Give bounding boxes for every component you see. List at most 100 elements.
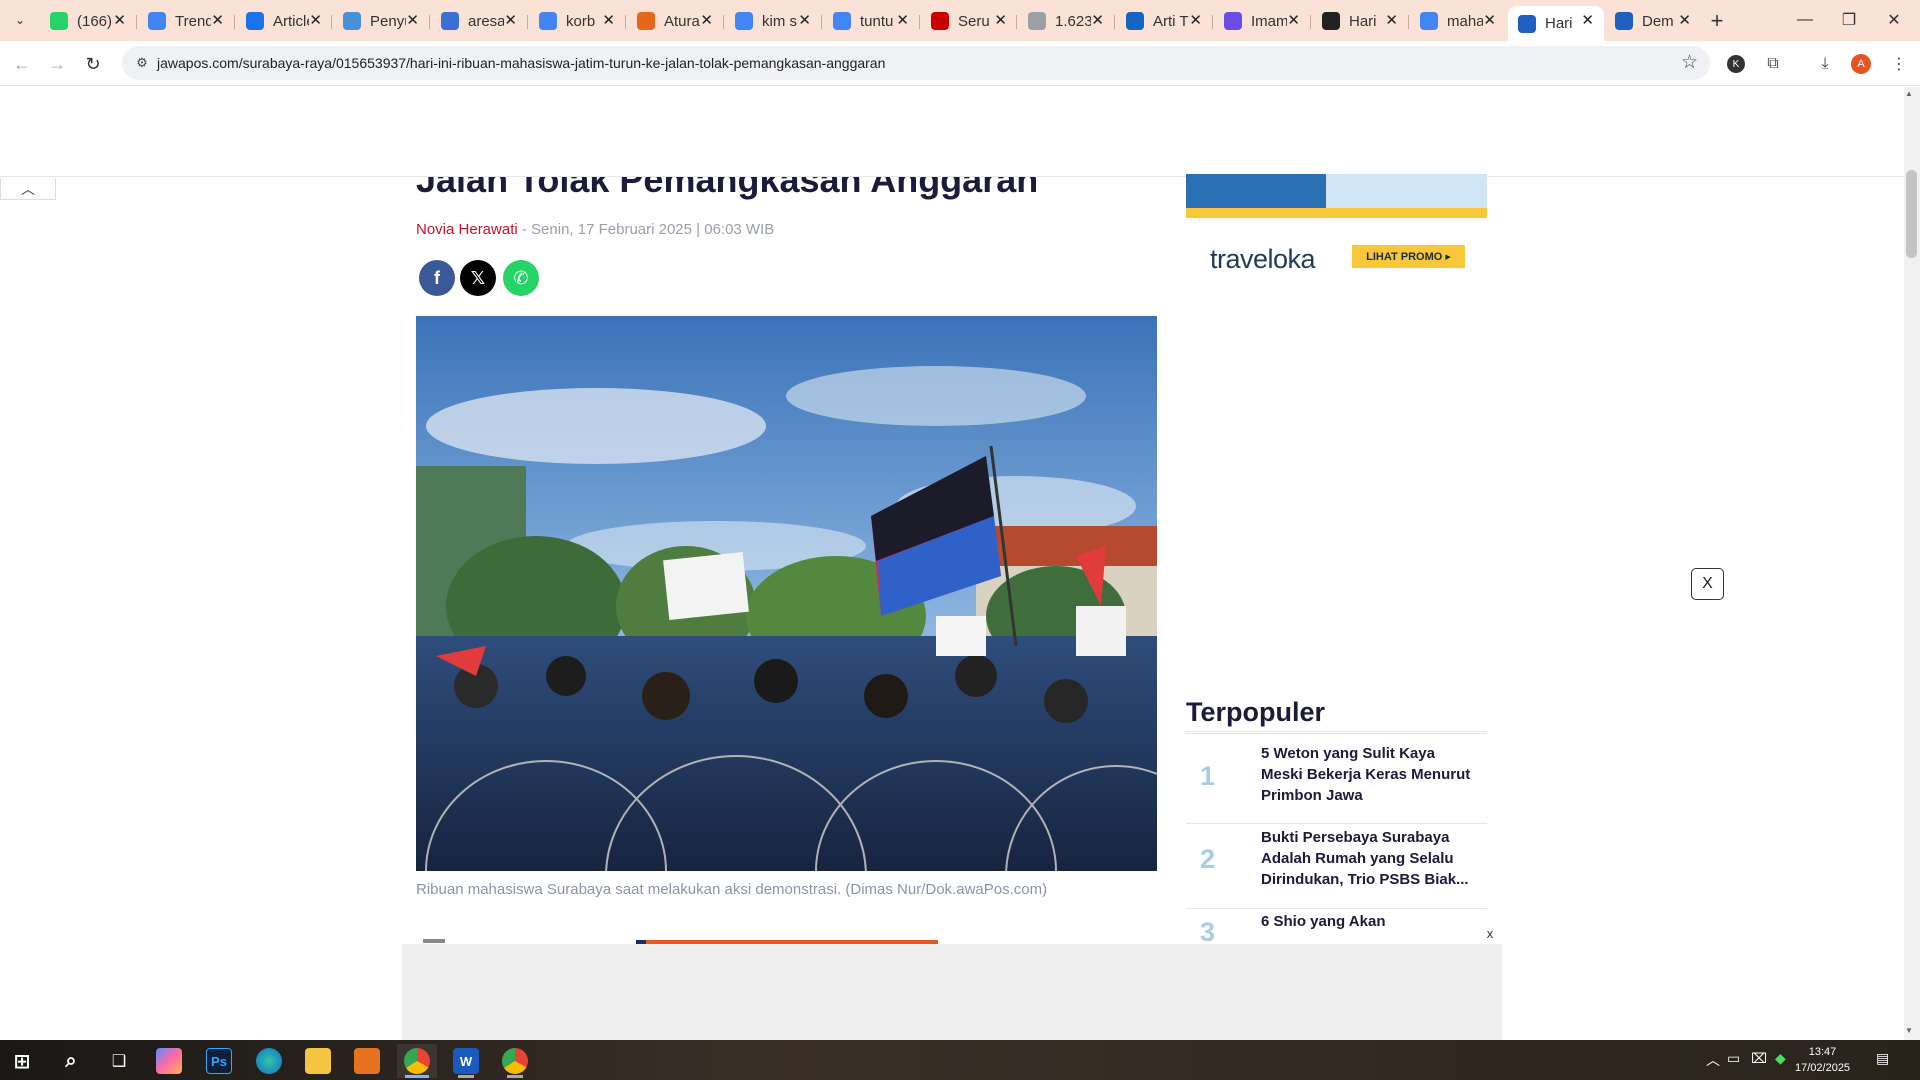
scroll-up-arrow[interactable]: ▲ xyxy=(1905,89,1913,98)
traveloka-promo[interactable]: traveloka LIHAT PROMO ▸ xyxy=(1186,230,1487,282)
browser-tab[interactable]: Trends✕ xyxy=(138,6,234,36)
tab-title: Trends xyxy=(175,12,211,30)
restore-button[interactable]: ❐ xyxy=(1827,6,1871,34)
browser-tab[interactable]: Penyu✕ xyxy=(333,6,429,36)
popular-title[interactable]: 6 Shio yang Akan xyxy=(1261,911,1476,932)
downloads-icon[interactable]: ⤓ xyxy=(1812,51,1838,77)
back-button[interactable]: ← xyxy=(9,51,35,77)
close-tab-icon[interactable]: ✕ xyxy=(798,11,811,29)
scroll-down-arrow[interactable]: ▼ xyxy=(1905,1026,1913,1035)
tab-strip: ⌄ (166)✕Trends✕Articles✕Penyu✕aresa✕korb… xyxy=(0,0,1920,41)
close-tab-icon[interactable]: ✕ xyxy=(700,11,713,29)
close-tab-icon[interactable]: ✕ xyxy=(113,11,126,29)
close-tab-icon[interactable]: ✕ xyxy=(1581,11,1594,29)
profile-initial: A xyxy=(1851,54,1871,74)
terpopuler-heading: Terpopuler xyxy=(1186,697,1326,727)
close-tab-icon[interactable]: ✕ xyxy=(309,11,322,29)
tab-separator xyxy=(723,15,724,29)
author-link[interactable]: Novia Herawati xyxy=(416,221,518,238)
google-icon xyxy=(735,12,753,30)
browser-tab[interactable]: Hari ✕ xyxy=(1508,6,1604,41)
reload-button[interactable]: ↻ xyxy=(80,51,106,77)
site-info-icon[interactable]: ⚙ xyxy=(132,53,152,73)
sidebar-ad-banner[interactable] xyxy=(1186,174,1487,218)
tray-network-icon[interactable]: ▭ xyxy=(1727,1050,1740,1067)
close-tab-icon[interactable]: ✕ xyxy=(1091,11,1104,29)
browser-tab[interactable]: Imam ✕ xyxy=(1214,6,1310,36)
close-tab-icon[interactable]: ✕ xyxy=(994,11,1007,29)
popular-item[interactable]: 2 Bukti Persebaya Surabaya Adalah Rumah … xyxy=(1186,824,1487,909)
tab-separator xyxy=(331,15,332,29)
browser-tab[interactable]: maha ✕ xyxy=(1410,6,1506,36)
profile-avatar[interactable]: A xyxy=(1848,51,1874,77)
browser-tab[interactable]: Articles✕ xyxy=(236,6,332,36)
browser-tab[interactable]: 1.623 ✕ xyxy=(1018,6,1114,36)
lihat-promo-button[interactable]: LIHAT PROMO ▸ xyxy=(1352,245,1465,268)
browser-tab[interactable]: Aturan✕ xyxy=(627,6,723,36)
bookmark-star-icon[interactable]: ☆ xyxy=(1681,51,1698,74)
tab-separator xyxy=(1408,15,1409,29)
close-tab-icon[interactable]: ✕ xyxy=(1678,11,1691,29)
file-explorer-taskbar[interactable] xyxy=(298,1044,338,1078)
app-taskbar[interactable] xyxy=(347,1044,387,1078)
browser-tab[interactable]: Arti T ✕ xyxy=(1116,6,1212,36)
popular-item[interactable]: 1 5 Weton yang Sulit Kaya Meski Bekerja … xyxy=(1186,739,1487,824)
close-tab-icon[interactable]: ✕ xyxy=(1287,11,1300,29)
new-tab-button[interactable]: + xyxy=(1703,7,1731,35)
terpopuler-divider xyxy=(1186,731,1487,734)
address-bar[interactable]: ⚙ jawapos.com/surabaya-raya/015653937/ha… xyxy=(122,46,1710,80)
url-text[interactable]: jawapos.com/surabaya-raya/015653937/hari… xyxy=(157,55,885,71)
close-tab-icon[interactable]: ✕ xyxy=(1189,11,1202,29)
task-view-button[interactable]: ❑ xyxy=(99,1044,139,1078)
x-share-icon[interactable]: 𝕏 xyxy=(460,260,496,296)
scrollbar-thumb[interactable] xyxy=(1906,170,1917,258)
jp-icon xyxy=(1518,14,1536,33)
close-tab-icon[interactable]: ✕ xyxy=(211,11,224,29)
close-bottom-ad-button[interactable]: x xyxy=(1478,923,1502,943)
browser-menu-icon[interactable]: ⋮ xyxy=(1886,51,1912,77)
close-tab-icon[interactable]: ✕ xyxy=(602,11,615,29)
browser-tab[interactable]: Hari ✕ xyxy=(1312,6,1408,36)
extension-k-icon[interactable]: K xyxy=(1723,51,1749,77)
popular-title[interactable]: Bukti Persebaya Surabaya Adalah Rumah ya… xyxy=(1261,827,1476,890)
browser-tab[interactable]: kim s ✕ xyxy=(725,6,821,36)
cnn-icon xyxy=(931,12,949,30)
notifications-icon[interactable]: ▤ xyxy=(1876,1050,1889,1067)
browser-tab[interactable]: tuntu ✕ xyxy=(823,6,919,36)
browser-tab[interactable]: aresa ✕ xyxy=(431,6,527,36)
browser-tab[interactable]: korb ✕ xyxy=(529,6,625,36)
chrome-taskbar[interactable] xyxy=(397,1044,437,1078)
chrome-profile-taskbar[interactable] xyxy=(495,1044,535,1078)
browser-tab[interactable]: Dem ✕ xyxy=(1605,6,1701,36)
extensions-puzzle-icon[interactable]: ⧉ xyxy=(1760,51,1786,77)
copilot-taskbar[interactable] xyxy=(149,1044,189,1078)
browser-tab[interactable]: Seru ✕ xyxy=(921,6,1017,36)
collapse-chevron-up-icon[interactable]: ︿ xyxy=(0,178,56,200)
close-tab-icon[interactable]: ✕ xyxy=(1385,11,1398,29)
whatsapp-share-icon[interactable]: ✆ xyxy=(503,260,539,296)
word-taskbar[interactable]: W xyxy=(446,1044,486,1078)
facebook-share-icon[interactable]: f xyxy=(419,260,455,296)
open-indicator xyxy=(458,1075,474,1078)
start-button[interactable]: ⊞ xyxy=(2,1044,42,1078)
browser-tab[interactable]: (166) ✕ xyxy=(40,6,136,36)
photoshop-taskbar[interactable]: Ps xyxy=(199,1044,239,1078)
minimize-button[interactable]: — xyxy=(1783,6,1827,34)
close-tab-icon[interactable]: ✕ xyxy=(504,11,517,29)
close-tab-icon[interactable]: ✕ xyxy=(896,11,909,29)
search-taskbar-button[interactable]: ⌕ xyxy=(51,1044,91,1078)
close-window-button[interactable]: ✕ xyxy=(1872,6,1916,34)
tray-security-icon[interactable]: ⌧ xyxy=(1751,1050,1767,1067)
tab-search-button[interactable]: ⌄ xyxy=(8,8,32,32)
tray-shield-icon[interactable]: ◆ xyxy=(1775,1050,1786,1067)
close-tab-icon[interactable]: ✕ xyxy=(1483,11,1496,29)
popular-title[interactable]: 5 Weton yang Sulit Kaya Meski Bekerja Ke… xyxy=(1261,743,1476,806)
bottom-sticky-ad[interactable] xyxy=(402,944,1502,1040)
taskbar-clock[interactable]: 13:47 17/02/2025 xyxy=(1795,1044,1850,1076)
tray-chevron-icon[interactable]: ︿ xyxy=(1706,1050,1720,1070)
forward-button[interactable]: → xyxy=(44,51,70,77)
tab-title: tuntu xyxy=(860,12,894,30)
edge-taskbar[interactable] xyxy=(249,1044,289,1078)
close-tab-icon[interactable]: ✕ xyxy=(406,11,419,29)
close-ad-button[interactable]: X xyxy=(1691,568,1724,600)
